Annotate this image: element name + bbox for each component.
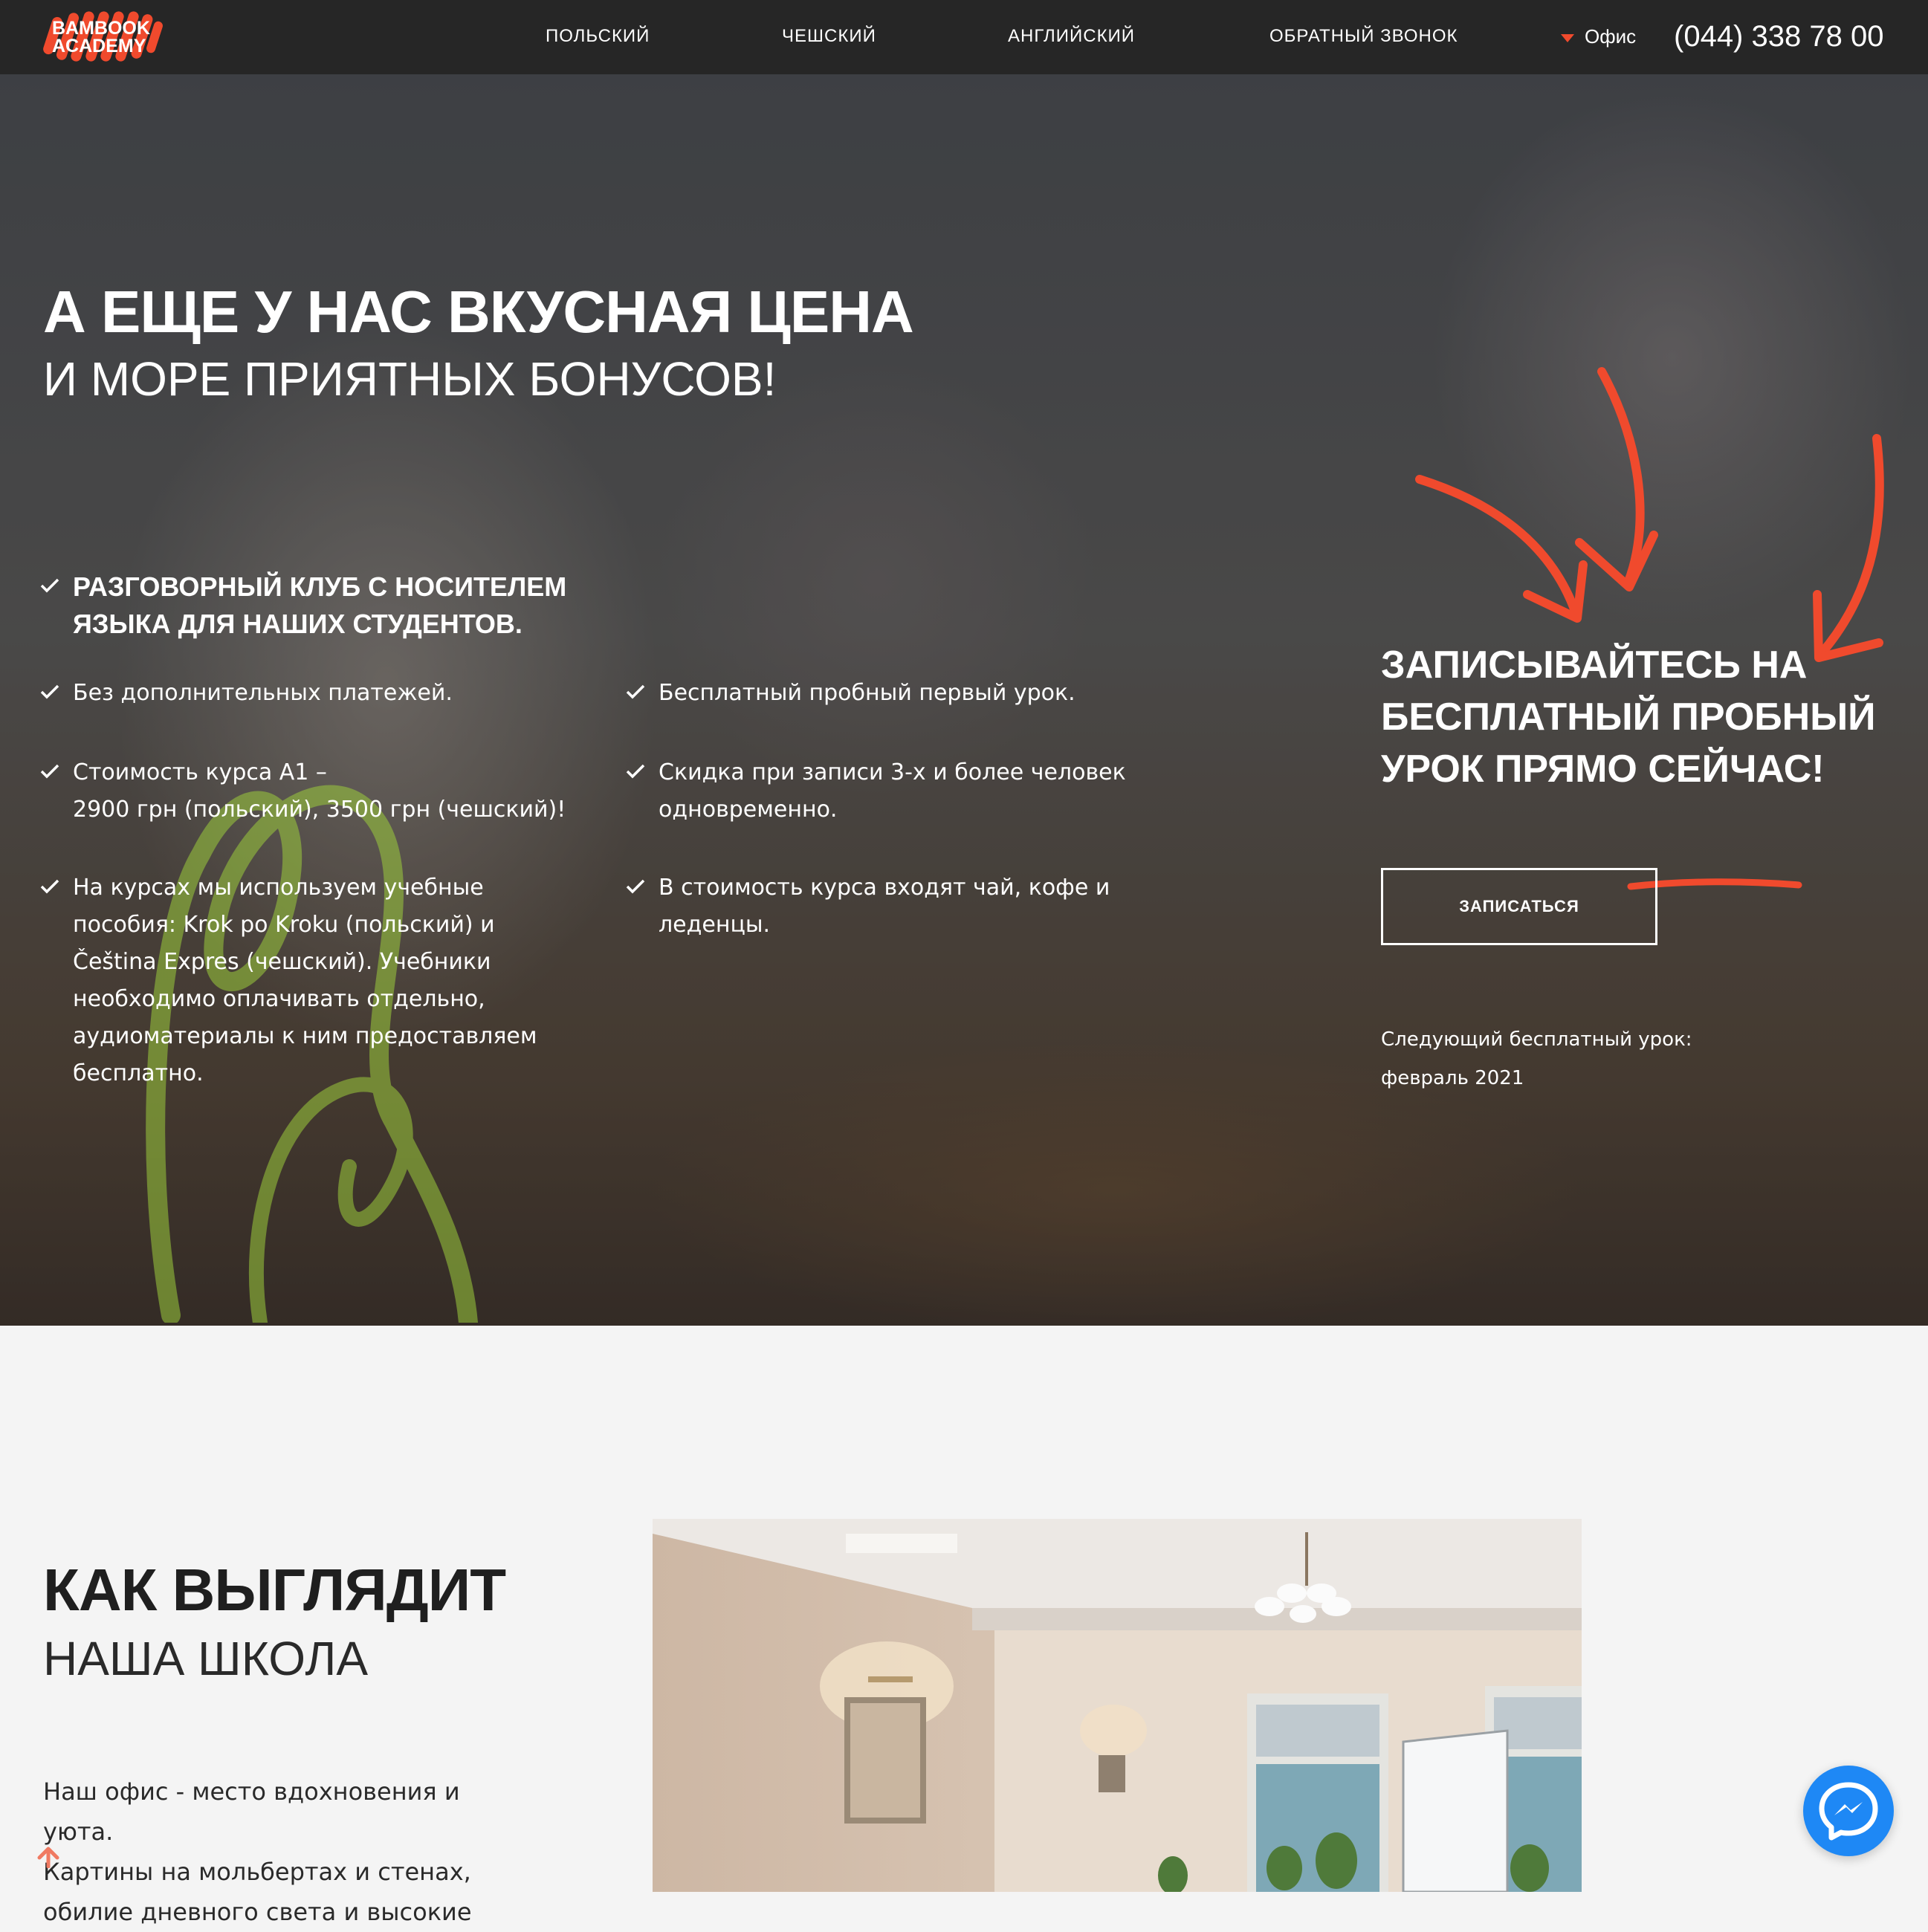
school-description-line: обилие дневного света и высокие [43, 1898, 472, 1926]
feature-line: РАЗГОВОРНЫЙ КЛУБ С НОСИТЕЛЕМ [73, 571, 567, 602]
school-section-title: КАК ВЫГЛЯДИТ [43, 1557, 506, 1623]
school-description-line: Картины на мольбертах и стенах, [43, 1858, 471, 1886]
feature-line: аудиоматериалы к ним предоставляем [73, 1023, 537, 1049]
nav-link-czech[interactable]: ЧЕШСКИЙ [782, 24, 876, 49]
cta-heading-line: ЗАПИСЫВАЙТЕСЬ НА [1381, 644, 1808, 687]
hero-subtitle: И МОРЕ ПРИЯТНЫХ БОНУСОВ! [43, 352, 777, 406]
feature-line: На курсах мы используем учебные [73, 875, 484, 901]
school-description: Наш офис - место вдохновения и уюта. Кар… [43, 1771, 534, 1932]
check-icon [626, 764, 645, 779]
signup-button[interactable]: ЗАПИСАТЬСЯ [1381, 868, 1657, 945]
feature-free-trial: Бесплатный пробный первый урок. [626, 675, 1223, 712]
messenger-chat-button[interactable] [1803, 1766, 1894, 1856]
check-icon [40, 578, 59, 593]
feature-line: пособия: Krok po Kroku (польский) и [73, 912, 495, 938]
feature-line: ЯЗЫКА ДЛЯ НАШИХ СТУДЕНТОВ. [73, 609, 523, 639]
office-dropdown[interactable]: Офис [1561, 24, 1636, 49]
feature-line: 2900 грн (польский), 3500 грн (чешский)! [73, 797, 566, 823]
check-icon [40, 764, 59, 779]
top-navigation-bar: BAMBOOK ACADEMY ПОЛЬСКИЙ ЧЕШСКИЙ АНГЛИЙС… [0, 0, 1928, 74]
check-icon [40, 684, 59, 699]
feature-course-price: Стоимость курса А1 – 2900 грн (польский)… [40, 754, 638, 829]
feature-line: Стоимость курса А1 – [73, 759, 327, 785]
nav-link-english[interactable]: АНГЛИЙСКИЙ [1008, 24, 1135, 49]
nav-link-polish[interactable]: ПОЛЬСКИЙ [546, 24, 650, 49]
feature-line: бесплатно. [73, 1060, 204, 1086]
logo-text-line2: ACADEMY [52, 36, 146, 56]
cta-heading-line: УРОК ПРЯМО СЕЙЧАС! [1381, 748, 1825, 791]
next-free-lesson-date: февраль 2021 [1381, 1067, 1524, 1089]
feature-line: необходимо оплачивать отдельно, [73, 986, 485, 1012]
feature-tea-coffee: В стоимость курса входят чай, кофе и лед… [626, 869, 1223, 944]
feature-line: В стоимость курса входят чай, кофе и [659, 875, 1110, 901]
feature-group-discount: Скидка при записи 3-х и более человек од… [626, 754, 1223, 829]
feature-line: Без дополнительных платежей. [73, 680, 453, 706]
feature-line: Скидка при записи 3-х и более человек [659, 759, 1126, 785]
school-section-subtitle: НАША ШКОЛА [43, 1632, 368, 1685]
decorative-arrows [1415, 367, 1884, 662]
dropdown-triangle-icon [1561, 33, 1574, 42]
feature-no-extra-payments: Без дополнительных платежей. [40, 675, 638, 712]
check-icon [626, 684, 645, 699]
messenger-icon [1819, 1782, 1878, 1841]
feature-speaking-club: РАЗГОВОРНЫЙ КЛУБ С НОСИТЕЛЕМ ЯЗЫКА ДЛЯ Н… [40, 568, 638, 643]
hero-title: А ЕЩЕ У НАС ВКУСНАЯ ЦЕНА [43, 279, 914, 345]
cta-heading: ЗАПИСЫВАЙТЕСЬ НА БЕСПЛАТНЫЙ ПРОБНЫЙ УРОК… [1381, 639, 1886, 795]
feature-line: Čeština Expres (чешский). Учебники [73, 949, 491, 975]
hero-section: А ЕЩЕ У НАС ВКУСНАЯ ЦЕНА И МОРЕ ПРИЯТНЫХ… [0, 74, 1928, 1326]
scroll-up-arrow-icon[interactable] [36, 1846, 61, 1868]
next-free-lesson-label: Следующий бесплатный урок: [1381, 1028, 1692, 1051]
phone-number-link[interactable]: (044) 338 78 00 [1674, 18, 1883, 55]
bambook-academy-logo[interactable]: BAMBOOK ACADEMY [43, 6, 166, 68]
feature-line: леденцы. [659, 912, 771, 938]
feature-line: одновременно. [659, 797, 838, 823]
school-interior-photo [653, 1519, 1582, 1892]
feature-textbooks: На курсах мы используем учебные пособия:… [40, 869, 638, 1092]
feature-line: Бесплатный пробный первый урок. [659, 680, 1075, 706]
nav-link-callback[interactable]: ОБРАТНЫЙ ЗВОНОК [1269, 24, 1458, 49]
school-description-line: Наш офис - место вдохновения и уюта. [43, 1777, 460, 1846]
check-icon [40, 879, 59, 894]
check-icon [626, 879, 645, 894]
cta-heading-line: БЕСПЛАТНЫЙ ПРОБНЫЙ [1381, 696, 1876, 739]
office-label: Офис [1585, 25, 1637, 48]
